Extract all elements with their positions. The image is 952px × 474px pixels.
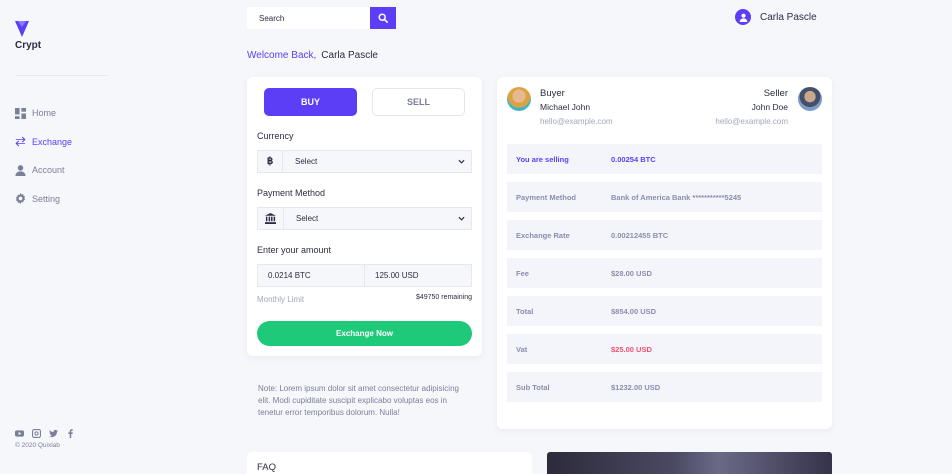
welcome-greeting: Welcome Back, [247,50,317,61]
seller-name: John Doe [751,102,788,112]
brand-name: Crypt [15,40,42,51]
detail-row: You are selling 0.00254 BTC [507,144,822,174]
amount-btc-input[interactable] [257,264,365,287]
chevron-down-icon [458,159,465,164]
payment-select-row: Select [257,207,472,230]
buyer-title: Buyer [540,88,565,99]
amount-usd-input[interactable] [365,264,472,287]
exchange-arrows-icon [15,136,26,147]
monthly-limit-label: Monthly Limit [257,295,305,304]
faq-card: FAQ [247,452,532,474]
welcome-message: Welcome Back, Carla Pascle [247,50,378,61]
detail-value: $25.00 USD [611,344,652,354]
facebook-icon[interactable] [66,425,75,438]
detail-value: 0.00254 BTC [611,154,656,164]
detail-row: Total $854.00 USD [507,296,822,326]
avatar [735,9,751,25]
detail-row: Exchange Rate 0.00212455 BTC [507,220,822,250]
detail-value: $1232.00 USD [611,382,661,392]
payment-method-select[interactable]: Select [284,207,472,230]
sidebar-nav: Home Exchange Account Setting [15,105,72,219]
user-icon [739,13,747,22]
sidebar-item-exchange[interactable]: Exchange [15,134,72,150]
buyer-avatar [507,87,531,111]
search-icon [378,13,388,23]
sidebar: Crypt Home Exchange Account Setting © 20… [0,0,120,474]
detail-label: Total [516,306,534,316]
search-input[interactable] [247,7,371,29]
exchange-now-button[interactable]: Exchange Now [257,321,472,346]
bank-icon [257,207,284,230]
twitter-icon[interactable] [49,425,58,438]
crypt-logo-icon[interactable] [15,21,29,37]
transaction-details-card: Buyer Michael John hello@example.com Sel… [497,77,832,429]
amount-row [257,264,472,287]
note-text: Note: Lorem ipsum dolor sit amet consect… [258,384,459,417]
chevron-down-icon [458,216,465,221]
detail-value: $28.00 USD [611,268,652,278]
detail-label: Fee [516,268,529,278]
youtube-icon[interactable] [15,425,24,437]
detail-value: Bank of America Bank ***********5245 [611,192,742,202]
social-links [15,425,75,438]
seller-avatar [798,87,822,111]
exchange-card: BUY SELL Currency ฿ Select Payment Metho… [247,77,482,356]
detail-row: Payment Method Bank of America Bank ****… [507,182,822,212]
monthly-limit-value: $49750 remaining [415,294,472,301]
payment-select-value: Select [296,214,319,223]
detail-label: Exchange Rate [516,230,570,240]
user-menu[interactable]: Carla Pascle [735,9,817,25]
search-button[interactable] [370,7,396,29]
welcome-name: Carla Pascle [321,50,378,61]
sidebar-item-setting[interactable]: Setting [15,191,72,207]
detail-value: 0.00212455 BTC [611,230,669,240]
buy-button[interactable]: BUY [264,88,357,116]
detail-row: Fee $28.00 USD [507,258,822,288]
promo-image [547,452,832,474]
sidebar-item-home[interactable]: Home [15,105,72,121]
currency-label: Currency [257,131,294,141]
sell-button[interactable]: SELL [372,88,465,116]
sidebar-item-label: Exchange [32,136,73,147]
seller-title: Seller [763,88,788,99]
currency-select[interactable]: Select [283,150,472,173]
gear-icon [15,193,26,204]
user-icon [15,164,26,176]
sidebar-item-label: Account [32,165,65,175]
copyright-text: © 2020 Quixlab [15,442,60,449]
detail-label: Vat [516,344,528,354]
currency-select-row: ฿ Select [257,150,472,173]
dashboard-icon [15,107,26,119]
amount-label: Enter your amount [257,245,332,255]
detail-label: Payment Method [516,192,577,202]
detail-label: Sub Total [516,382,550,392]
faq-title: FAQ [257,462,277,473]
detail-value: $854.00 USD [611,306,657,316]
bitcoin-icon: ฿ [257,150,283,173]
sidebar-item-account[interactable]: Account [15,162,72,178]
user-name: Carla Pascle [760,11,817,23]
sidebar-item-label: Home [32,108,57,118]
payment-method-label: Payment Method [257,188,326,198]
seller-email: hello@example.com [715,117,788,126]
buyer-email: hello@example.com [540,117,613,126]
sidebar-item-label: Setting [32,193,61,204]
instagram-icon[interactable] [32,425,41,438]
detail-row: Sub Total $1232.00 USD [507,372,822,402]
currency-select-value: Select [295,157,318,166]
buyer-name: Michael John [540,102,591,112]
detail-label: You are selling [516,154,569,164]
sidebar-divider [15,75,107,76]
detail-row: Vat $25.00 USD [507,334,822,364]
